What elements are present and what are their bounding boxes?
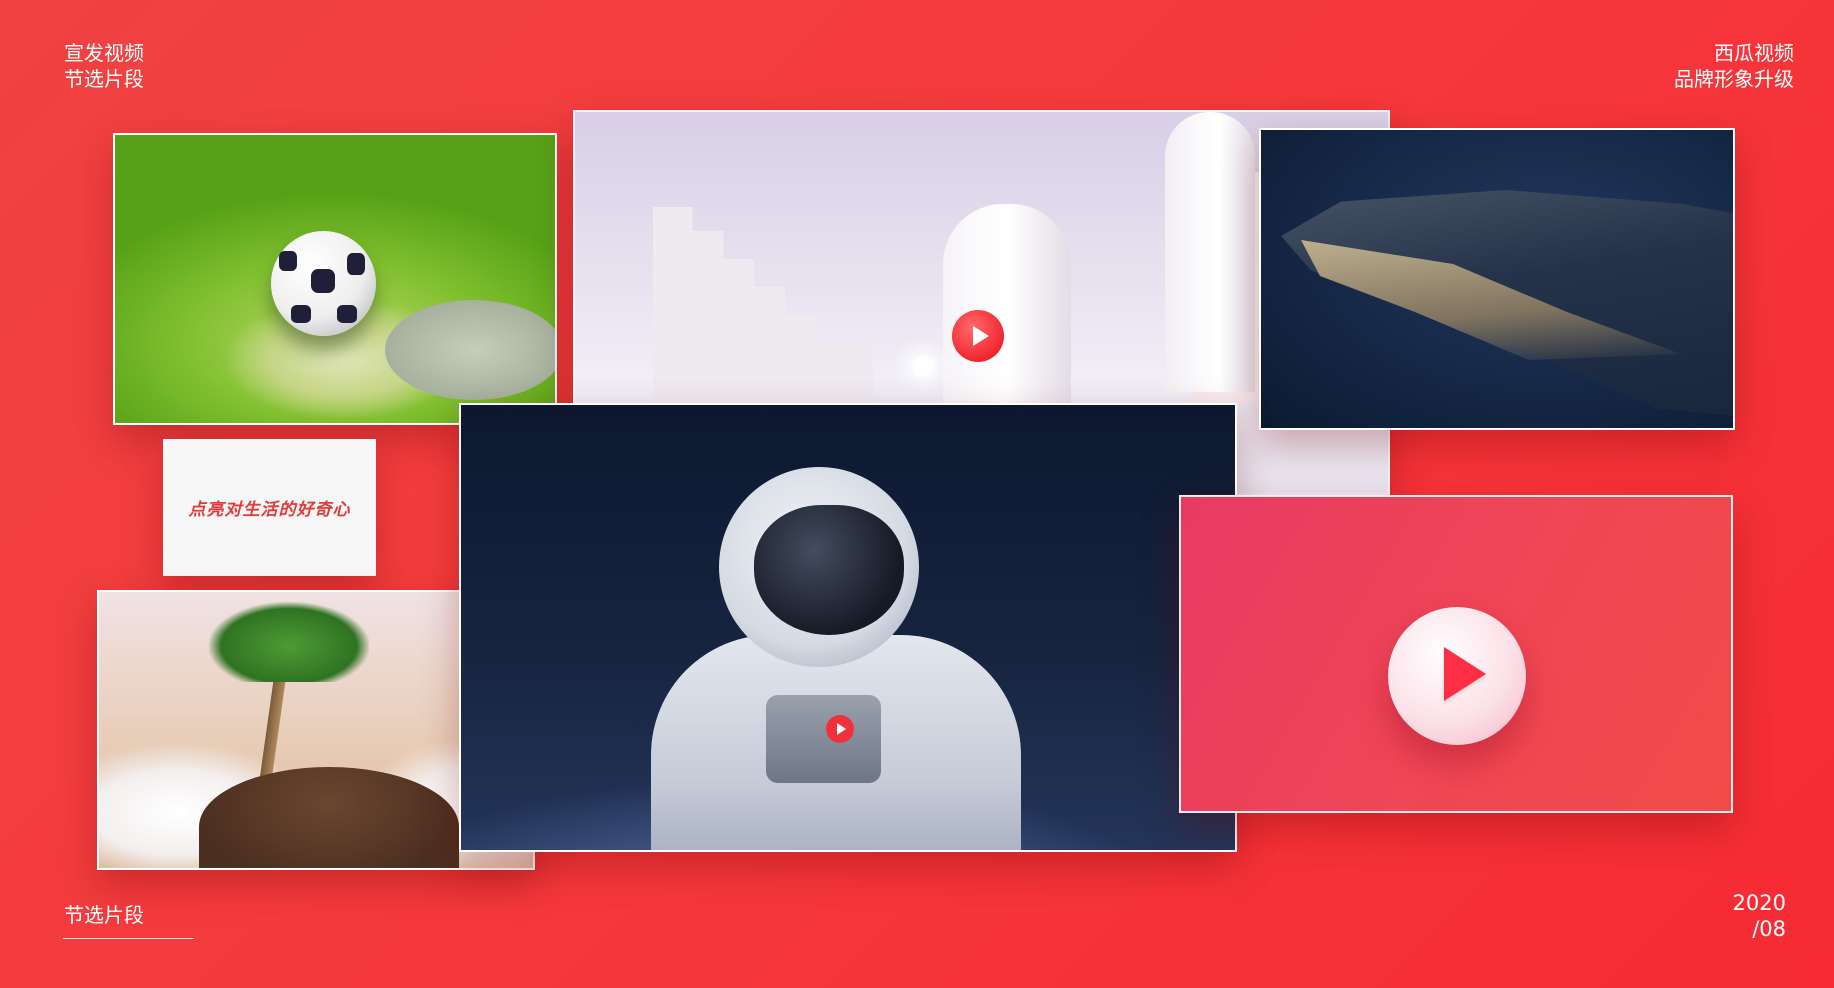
astronaut-frame	[459, 403, 1237, 852]
header-left-line2: 节选片段	[64, 67, 144, 91]
white-stairs	[653, 207, 873, 407]
header-right-line2: 品牌形象升级	[1674, 67, 1794, 91]
grass-pool	[385, 300, 555, 400]
astronaut-visor	[754, 505, 904, 635]
island-mound	[199, 767, 459, 868]
palm-leaves	[209, 602, 369, 682]
xigua-play-logo-icon	[1388, 607, 1526, 745]
xigua-play-logo-icon	[826, 715, 854, 743]
footer-date: 2020 /08	[1733, 890, 1786, 942]
footer-date-year: 2020	[1732, 891, 1786, 915]
header-left-line1: 宣发视频	[64, 41, 144, 65]
whale-frame	[1259, 128, 1735, 430]
footer-date-month: /08	[1752, 917, 1786, 941]
header-right: 西瓜视频 品牌形象升级	[1674, 40, 1794, 92]
astronaut-chest-pack	[766, 695, 881, 783]
xigua-play-logo-icon	[952, 310, 1004, 362]
white-tower	[1165, 112, 1255, 392]
logo-card	[1179, 495, 1733, 813]
white-door	[943, 204, 1071, 404]
soccer-ball-frame	[113, 133, 557, 425]
header-right-line1: 西瓜视频	[1714, 41, 1794, 65]
footer-label: 节选片段	[64, 903, 144, 927]
tagline-card: 点亮对生活的好奇心	[163, 439, 376, 576]
footer-divider	[63, 938, 194, 939]
door-glow	[913, 356, 933, 376]
tagline-text: 点亮对生活的好奇心	[188, 500, 351, 520]
header-left: 宣发视频 节选片段	[64, 40, 144, 92]
soccer-ball	[271, 231, 376, 336]
